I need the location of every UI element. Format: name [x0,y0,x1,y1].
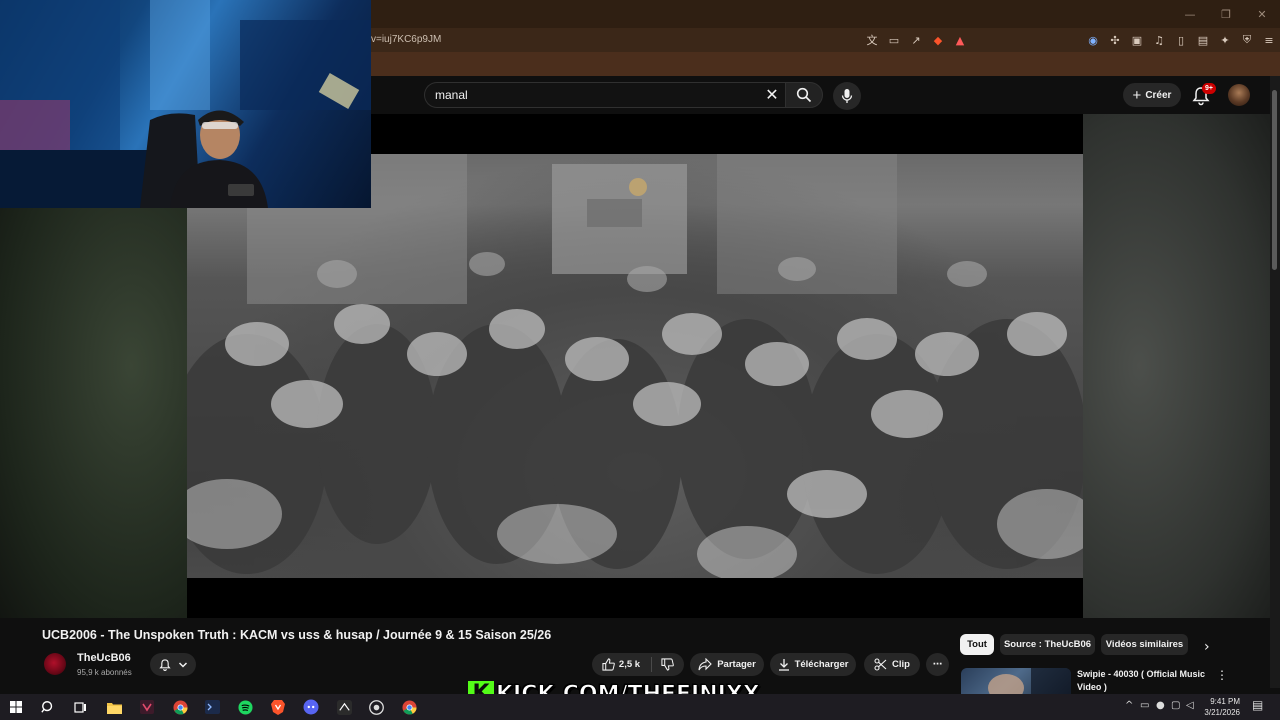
user-avatar[interactable] [1228,84,1250,106]
subscriber-count: 95,9 k abonnés [77,668,132,677]
translate-icon[interactable]: 文 [861,32,883,48]
thumbs-down-icon [661,658,674,671]
discord-icon[interactable] [301,697,321,717]
download-label: Télécharger [794,659,849,670]
download-button[interactable]: Télécharger [770,653,856,676]
notification-center-icon[interactable]: ▤ [1252,698,1263,712]
video-frame[interactable] [187,154,1083,578]
more-horizontal-icon: ⋯ [932,659,943,670]
menu-icon[interactable]: ≡ [1258,34,1280,47]
restore-button[interactable]: ❐ [1208,0,1244,28]
close-window-button[interactable]: ✕ [1244,0,1280,28]
task-view-icon[interactable] [70,697,90,717]
microphone-tray-icon[interactable]: ● [1156,700,1165,711]
share-label: Partager [717,659,756,670]
search-box: ✕ [424,82,786,108]
microphone-icon [841,89,853,103]
download-icon [778,659,789,671]
search-taskbar-icon[interactable] [38,697,58,717]
github-desktop-icon[interactable] [366,697,386,717]
thumbs-up-icon [602,658,615,671]
chevron-right-icon[interactable]: › [1204,640,1218,654]
screenshot-icon[interactable]: ▣ [1126,34,1148,47]
ambient-glow-right [1083,114,1270,618]
brave-icon[interactable] [268,697,288,717]
like-button[interactable]: 2,5 k [602,658,640,671]
network-icon[interactable]: ▢ [1171,700,1180,711]
minimize-button[interactable]: — [1172,0,1208,28]
wallet-icon[interactable]: ▤ [1192,34,1214,47]
search-icon [796,87,812,103]
notification-count-badge: 9+ [1202,83,1216,94]
brave-shield-icon[interactable]: ◆ [927,34,949,47]
related-video-title[interactable]: Swipie - 40030 ( Official Music Video ) [1077,668,1212,694]
brave-rewards-icon[interactable]: ▲ [949,34,971,47]
more-actions-button[interactable]: ⋯ [926,653,949,676]
leo-ai-icon[interactable]: ✦ [1214,34,1236,47]
chevron-down-icon [178,661,188,668]
related-thumbnail-image [988,668,1071,696]
address-bar-actions: 文 ▭ ↗ ◆ ▲ [861,30,971,50]
voice-search-button[interactable] [833,82,861,110]
related-video-thumbnail[interactable] [961,668,1071,696]
create-label: Créer [1145,89,1172,101]
subscription-bell-button[interactable] [150,653,196,676]
clear-search-icon[interactable]: ✕ [763,86,781,104]
windows-taskbar [0,694,1280,720]
video-scene-image [187,154,1083,578]
channel-avatar[interactable] [44,653,66,675]
search-input[interactable] [435,83,735,107]
cast-icon[interactable]: ▭ [883,34,905,47]
url-text[interactable]: v=iuj7KC6p9JM [371,34,441,45]
app-vivaldi-icon[interactable] [137,697,157,717]
chip-source[interactable]: Source : TheUcB06 [1000,634,1095,655]
clip-button[interactable]: Clip [864,653,920,676]
like-dislike-group: 2,5 k [592,653,684,676]
chrome-icon[interactable] [170,697,190,717]
search-button[interactable] [785,82,823,108]
page-scrollbar-thumb[interactable] [1272,90,1277,270]
toolbar-actions: ◉ ✣ ▣ ♫ ▯ ▤ ✦ ⛨ ≡ [1082,30,1280,50]
like-count: 2,5 k [618,659,641,670]
plus-icon: + [1132,86,1142,104]
share-icon[interactable]: ↗ [905,34,927,47]
taskbar-clock-time[interactable]: 9:41 PM [1196,697,1240,706]
window-controls: — ❐ ✕ [1172,0,1280,28]
chip-all[interactable]: Tout [960,634,994,655]
extensions-icon[interactable]: ✣ [1104,34,1126,47]
channel-name[interactable]: TheUcB06 [77,652,131,664]
sidebar-icon[interactable]: ▯ [1170,34,1192,47]
file-explorer-icon[interactable] [104,697,124,717]
spotify-icon[interactable] [235,697,255,717]
bell-icon [159,658,171,671]
scissors-icon [874,658,887,671]
share-arrow-icon [698,658,712,671]
taskbar-clock-date[interactable]: 3/21/2026 [1196,708,1240,717]
media-icon[interactable]: ♫ [1148,34,1170,47]
show-hidden-icons-icon[interactable]: ^ [1125,700,1133,711]
vpn-icon[interactable]: ⛨ [1236,33,1258,47]
dislike-button[interactable] [661,658,674,671]
related-more-icon[interactable]: ⋮ [1216,668,1228,682]
streamer-webcam [0,0,371,208]
like-divider [651,657,653,672]
windows-start-icon[interactable] [6,697,26,717]
share-button[interactable]: Partager [690,653,764,676]
volume-icon[interactable]: ◁ [1186,700,1194,711]
create-button[interactable]: + Créer [1123,83,1181,107]
obs-studio-icon[interactable] [334,697,354,717]
clip-label: Clip [892,659,910,670]
audio-icon[interactable]: ◉ [1082,34,1104,47]
chip-similar-videos[interactable]: Vidéos similaires [1101,634,1188,655]
terminal-app-icon[interactable] [202,697,222,717]
device-icon[interactable]: ▭ [1140,700,1149,711]
webcam-image [0,0,371,208]
video-title: UCB2006 - The Unspoken Truth : KACM vs u… [42,628,552,642]
chrome-second-icon[interactable] [399,697,419,717]
